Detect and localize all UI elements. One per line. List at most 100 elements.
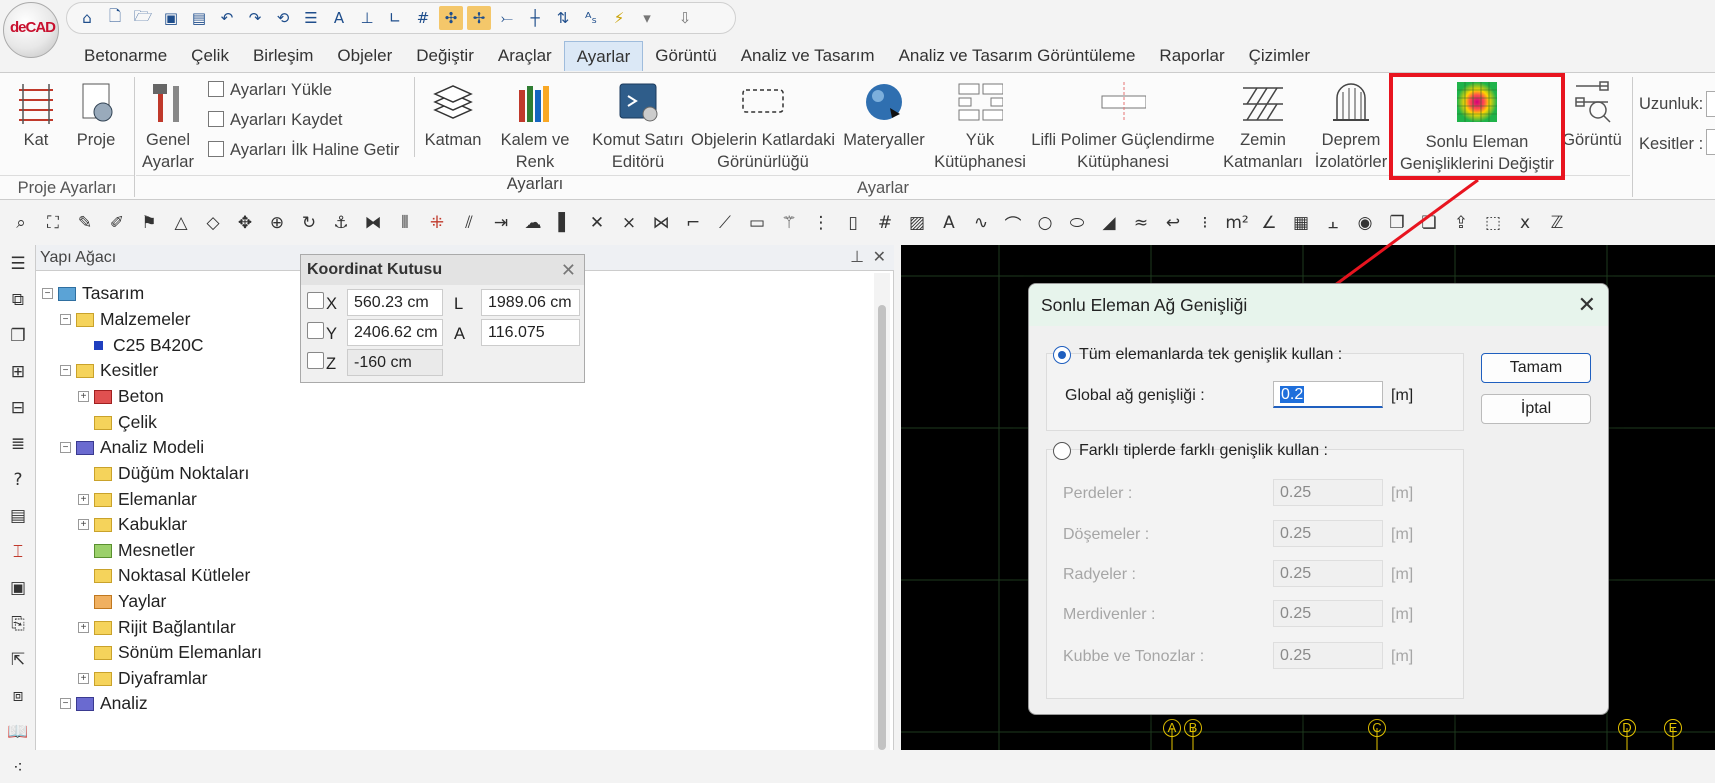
extend-icon[interactable]: ⇥ — [488, 210, 514, 236]
menu-araclar[interactable]: Araçlar — [486, 41, 564, 71]
collapse-icon[interactable]: − — [60, 314, 71, 325]
collapse-icon[interactable]: − — [60, 365, 71, 376]
array-icon[interactable]: ⁜ — [424, 210, 450, 236]
tree-item[interactable]: Düğüm Noktaları — [94, 463, 249, 484]
export-icon[interactable]: ⇱ — [3, 645, 33, 675]
column-icon[interactable]: ⇅ — [551, 6, 575, 30]
y-lock-checkbox[interactable] — [307, 322, 324, 339]
move-copy-icon[interactable]: ⊕ — [264, 210, 290, 236]
zemin-katmanlari-button[interactable]: Zemin Katmanları — [1218, 79, 1308, 173]
dropdown-icon[interactable]: ▾ — [635, 6, 659, 30]
tag-icon[interactable]: ⚑ — [136, 210, 162, 236]
ayarlari-yukle-button[interactable]: Ayarları Yükle — [208, 81, 332, 100]
tree-item[interactable]: Mesnetler — [94, 540, 195, 561]
lightning-icon[interactable]: ⚡ — [607, 6, 631, 30]
grid-select-icon[interactable]: ⋮ — [808, 210, 834, 236]
menu-celik[interactable]: Çelik — [179, 41, 241, 71]
fillet-icon[interactable]: ⌐ — [680, 210, 706, 236]
report-icon[interactable]: ▤ — [3, 501, 33, 531]
tree-item[interactable]: Çelik — [94, 412, 157, 433]
menu-betonarme[interactable]: Betonarme — [72, 41, 179, 71]
trim-icon[interactable]: ⫽ — [456, 210, 482, 236]
chart-icon[interactable]: ▌ — [552, 210, 578, 236]
expand-icon[interactable]: + — [78, 519, 89, 530]
z-lock-checkbox[interactable] — [307, 352, 324, 369]
redo-icon[interactable]: ↷ — [243, 6, 267, 30]
zoom-icon[interactable]: ⌕ — [8, 210, 34, 236]
close-icon[interactable]: ✕ — [1578, 284, 1596, 326]
pen-icon[interactable]: ✎ — [72, 210, 98, 236]
cross-icon[interactable]: ⨯ — [616, 210, 642, 236]
merdivenler-input[interactable]: 0.25 — [1273, 600, 1383, 627]
dosemeler-input[interactable]: 0.25 — [1273, 520, 1383, 547]
objelerin-gorunurlugu-button[interactable]: Objelerin Katlardaki Görünürlüğü — [688, 79, 838, 173]
x-lock-checkbox[interactable] — [307, 292, 324, 309]
menu-objeler[interactable]: Objeler — [325, 41, 404, 71]
multi-width-radio[interactable] — [1053, 442, 1071, 460]
tree-scrollbar-thumb[interactable] — [878, 305, 886, 750]
tree-item[interactable]: − Analiz Modeli — [60, 437, 204, 458]
kat-button[interactable]: Kat — [10, 79, 62, 151]
tree-item[interactable]: + Elemanlar — [78, 489, 197, 510]
wand-icon[interactable]: ⚚ — [776, 210, 802, 236]
z-icon[interactable]: ℤ — [1544, 210, 1570, 236]
menu-analiz-tasarim-goruntuleme[interactable]: Analiz ve Tasarım Görüntüleme — [887, 41, 1148, 71]
column-tool-icon[interactable]: ▯ — [840, 210, 866, 236]
arc-icon[interactable]: ⌒ — [1000, 210, 1026, 236]
layers-icon[interactable]: ☰ — [299, 6, 323, 30]
global-mesh-input[interactable]: 0.2 — [1273, 381, 1383, 408]
close-panel-icon[interactable]: ✕ — [873, 245, 886, 271]
app-logo[interactable]: deCAD — [3, 2, 59, 58]
help-icon[interactable]: ? — [3, 465, 33, 495]
perdeler-input[interactable]: 0.25 — [1273, 479, 1383, 506]
rotate-icon[interactable]: ↻ — [296, 210, 322, 236]
undo-arc-icon[interactable]: ↩ — [1160, 210, 1186, 236]
tree-item[interactable]: − Malzemeler — [60, 309, 190, 330]
save-icon[interactable]: ▣ — [159, 6, 183, 30]
ayarlari-kaydet-button[interactable]: Ayarları Kaydet — [208, 111, 343, 130]
expand-icon[interactable]: + — [78, 391, 89, 402]
z-field[interactable]: -160 cm — [347, 349, 443, 376]
close-icon[interactable]: ✕ — [561, 255, 576, 285]
brush-icon[interactable]: ✐ — [104, 210, 130, 236]
tree-item[interactable]: − Tasarım — [42, 283, 144, 304]
book-icon[interactable]: 📖 — [3, 717, 33, 747]
ok-button[interactable]: Tamam — [1481, 353, 1591, 383]
as-icon[interactable]: ᴬₛ — [579, 6, 603, 30]
ayarlari-ilk-haline-getir-button[interactable]: Ayarları İlk Haline Getir — [208, 141, 399, 160]
expand-icon[interactable]: + — [78, 622, 89, 633]
layers-left-icon[interactable]: ⧉ — [3, 285, 33, 315]
beam-icon[interactable]: ⌶ — [3, 537, 33, 567]
komut-satiri-editoru-button[interactable]: Komut Satırı Editörü — [586, 79, 690, 173]
document-icon[interactable]: ▣ — [3, 573, 33, 603]
mirror-icon[interactable]: ⧓ — [360, 210, 386, 236]
angle-icon[interactable]: ∠ — [1256, 210, 1282, 236]
expand-icon[interactable]: + — [78, 494, 89, 505]
ortho-active-icon[interactable]: ✢ — [467, 6, 491, 30]
break-icon[interactable]: ✕ — [584, 210, 610, 236]
tree-item[interactable]: + Kabuklar — [78, 514, 187, 535]
tree-item[interactable]: + Rijit Bağlantılar — [78, 617, 236, 638]
circle-icon[interactable]: ○ — [1032, 210, 1058, 236]
collapse-icon[interactable]: − — [60, 698, 71, 709]
xy-icon[interactable]: ⅹ — [1512, 210, 1538, 236]
dimension-icon[interactable]: ⊥ — [355, 6, 379, 30]
radyeler-input[interactable]: 0.25 — [1273, 560, 1383, 587]
hatch-icon[interactable]: ◢ — [1096, 210, 1122, 236]
zoom-extents-icon[interactable]: ⛶ — [40, 210, 66, 236]
tree-item[interactable]: − Kesitler — [60, 360, 158, 381]
line-snap-icon[interactable]: ⤚ — [495, 6, 519, 30]
tree-item[interactable]: + Beton — [78, 386, 164, 407]
properties-icon[interactable]: ≣ — [3, 429, 33, 459]
kesitler-field[interactable] — [1706, 129, 1715, 155]
collapse-icon[interactable]: − — [60, 442, 71, 453]
materyaller-button[interactable]: Materyaller — [836, 79, 932, 151]
chamfer-icon[interactable]: ⟋ — [712, 210, 738, 236]
triangle-icon[interactable]: △ — [168, 210, 194, 236]
single-width-radio[interactable] — [1053, 346, 1071, 364]
menu-analiz-tasarim[interactable]: Analiz ve Tasarım — [729, 41, 887, 71]
tree-item[interactable]: C25 B420C — [94, 335, 203, 356]
copy-left-icon[interactable]: ❐ — [3, 321, 33, 351]
genel-ayarlar-button[interactable]: Genel Ayarlar — [138, 79, 198, 173]
select-icon[interactable]: ◇ — [200, 210, 226, 236]
